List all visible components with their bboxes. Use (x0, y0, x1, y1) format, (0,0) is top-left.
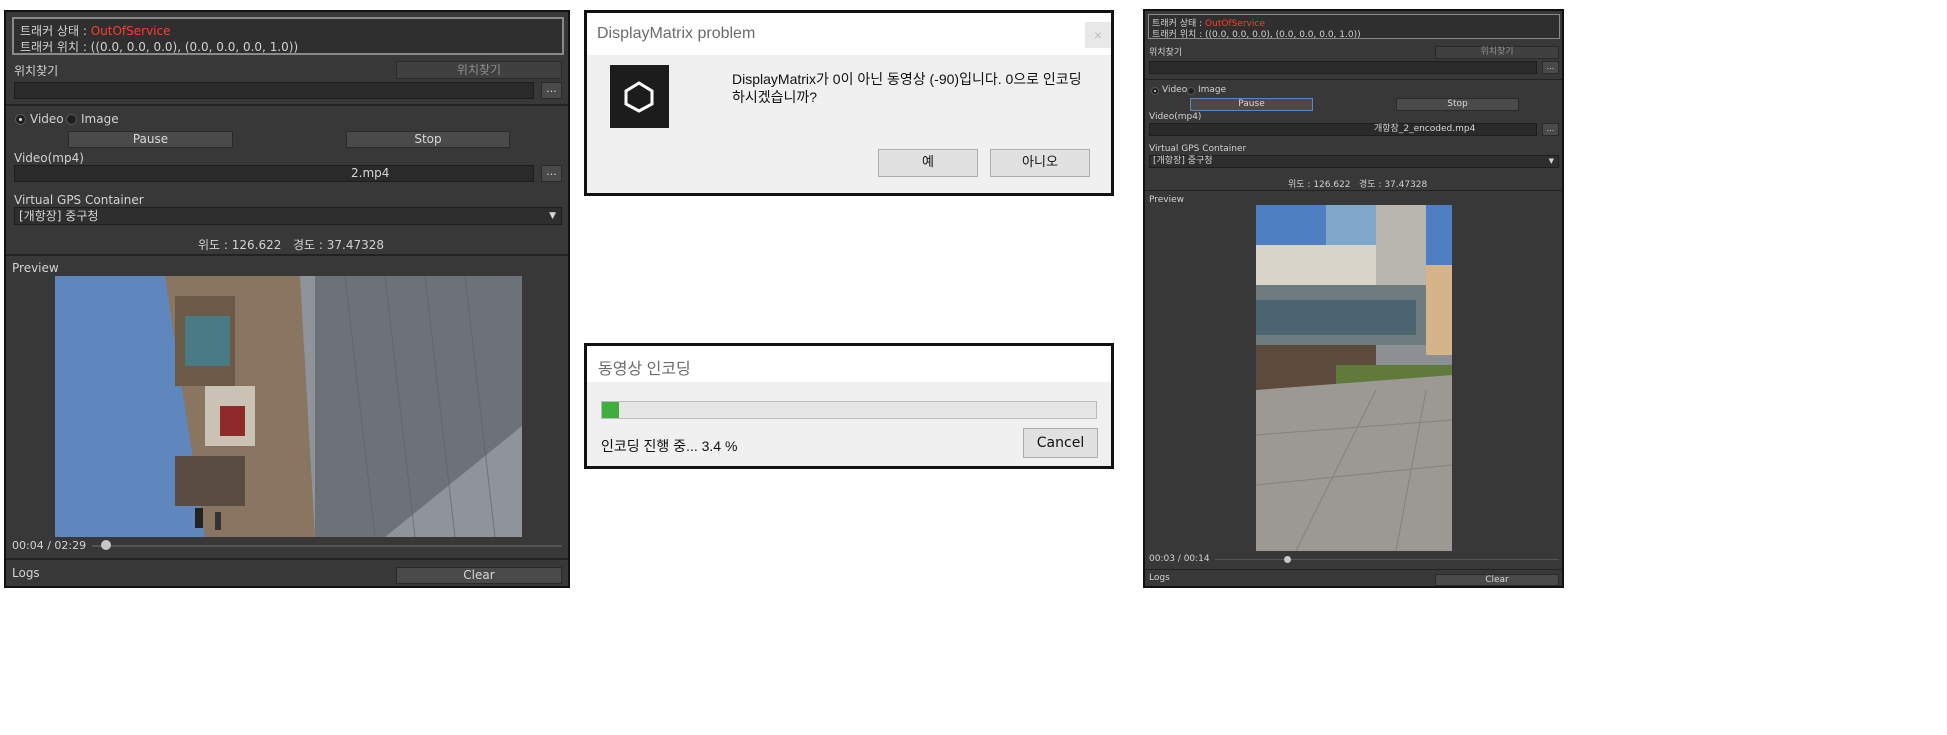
encoding-dialog: 동영상 인코딩 인코딩 진행 중... 3.4 % Cancel (584, 343, 1114, 469)
tracker-status-box: 트래커 상태 : OutOfService 트래커 위치 : ((0.0, 0.… (12, 17, 564, 55)
video-radio[interactable] (15, 114, 26, 125)
latitude-text: 위도 : 126.622 (198, 238, 282, 252)
clear-logs-button[interactable]: Clear (1435, 574, 1559, 586)
tracker-status: 트래커 상태 : OutOfService (20, 22, 170, 39)
find-location-input[interactable] (1149, 61, 1537, 74)
video-radio-label: Video (1162, 85, 1188, 95)
find-location-input[interactable] (14, 82, 534, 99)
preview-label: Preview (1149, 195, 1185, 205)
video-file-field[interactable]: 2.mp4 (14, 165, 534, 182)
preview-label: Preview (12, 261, 59, 275)
video-radio-label: Video (30, 112, 64, 126)
chevron-down-icon: ▼ (1548, 157, 1554, 165)
gps-container-dropdown[interactable]: [개항장] 중구청 ▼ (14, 207, 562, 225)
divider (1145, 79, 1562, 80)
find-location-label: 위치찾기 (14, 64, 59, 78)
tracker-status-value: OutOfService (90, 24, 171, 38)
longitude-text: 경도 : 37.47328 (1359, 180, 1428, 190)
video-mp4-label: Video(mp4) (1149, 112, 1202, 122)
right-inspector-panel: 트래커 상태 : OutOfService 트래커 위치 : ((0.0, 0.… (1143, 9, 1564, 588)
logs-label: Logs (12, 566, 40, 580)
dialog-message-line2: 하시겠습니까? (732, 89, 818, 105)
dialog-message-line1: DisplayMatrix가 0이 아닌 동영상 (-90)입니다. 0으로 인… (732, 71, 1082, 87)
encoding-progress-bar (601, 401, 1097, 419)
video-browse-button[interactable]: ... (1542, 123, 1559, 136)
playback-track[interactable] (1215, 559, 1559, 560)
close-icon[interactable]: × (1085, 22, 1111, 48)
encoding-progress-fill (602, 402, 619, 418)
chevron-down-icon: ▼ (549, 211, 556, 221)
longitude-text: 경도 : 37.47328 (293, 238, 385, 252)
video-file-value: 2.mp4 (351, 166, 390, 180)
image-radio[interactable] (1187, 87, 1195, 95)
yes-button[interactable]: 예 (878, 149, 978, 177)
gps-container-label: Virtual GPS Container (14, 193, 144, 207)
pause-button[interactable]: Pause (68, 131, 233, 148)
video-file-field[interactable]: 개항장_2_encoded.mp4 (1149, 123, 1537, 136)
find-location-button[interactable]: 위치찾기 (396, 61, 562, 79)
dialog-title: 동영상 인코딩 (598, 361, 691, 378)
dialog-title-bar: DisplayMatrix problem × (587, 13, 1111, 55)
no-button[interactable]: 아니오 (990, 149, 1090, 177)
logs-label: Logs (1149, 573, 1170, 583)
divider (1145, 569, 1562, 570)
dialog-title-bar: 동영상 인코딩 (587, 346, 1111, 382)
find-location-browse-button[interactable]: ... (1542, 61, 1559, 74)
playback-slider-handle[interactable] (1284, 556, 1292, 563)
divider (6, 104, 568, 106)
playback-time: 00:03 / 00:14 (1149, 554, 1210, 564)
playback-track[interactable] (92, 545, 562, 547)
find-location-button[interactable]: 위치찾기 (1435, 46, 1559, 59)
find-location-browse-button[interactable]: ... (541, 82, 562, 99)
image-radio[interactable] (66, 114, 77, 125)
image-radio-label: Image (1198, 85, 1227, 95)
tracker-status-label: 트래커 상태 : (20, 24, 87, 38)
radio-dot-icon (1154, 90, 1156, 92)
radio-dot-icon (19, 118, 22, 121)
display-matrix-dialog: DisplayMatrix problem × DisplayMatrix가 0… (584, 10, 1114, 196)
stop-button[interactable]: Stop (1396, 98, 1519, 111)
playback-time: 00:04 / 02:29 (12, 539, 87, 552)
gps-container-dropdown[interactable]: [개항장] 중구청 ▼ (1149, 155, 1559, 168)
video-preview-image (1256, 205, 1452, 551)
dialog-title: DisplayMatrix problem (597, 25, 756, 42)
left-inspector-panel: 트래커 상태 : OutOfService 트래커 위치 : ((0.0, 0.… (4, 10, 570, 588)
pause-button[interactable]: Pause (1190, 98, 1313, 111)
latitude-text: 위도 : 126.622 (1288, 180, 1351, 190)
encoding-status: 인코딩 진행 중... 3.4 % (601, 438, 738, 454)
gps-container-label: Virtual GPS Container (1149, 144, 1247, 154)
video-file-value: 개항장_2_encoded.mp4 (1374, 124, 1476, 134)
tracker-position: 트래커 위치 : ((0.0, 0.0, 0.0), (0.0, 0.0, 0.… (20, 40, 299, 54)
divider (6, 558, 568, 560)
unity-logo-icon (610, 65, 669, 128)
clear-logs-button[interactable]: Clear (396, 567, 562, 584)
stop-button[interactable]: Stop (346, 131, 510, 148)
video-radio[interactable] (1151, 87, 1159, 95)
video-mp4-label: Video(mp4) (14, 151, 84, 165)
tracker-status-box: 트래커 상태 : OutOfService 트래커 위치 : ((0.0, 0.… (1148, 14, 1560, 40)
playback-slider-handle[interactable] (101, 540, 112, 550)
find-location-label: 위치찾기 (1149, 48, 1183, 58)
divider (1145, 190, 1562, 191)
gps-container-value: [개항장] 중구청 (1153, 156, 1213, 166)
tracker-position: 트래커 위치 : ((0.0, 0.0, 0.0), (0.0, 0.0, 0.… (1152, 30, 1361, 40)
divider (6, 254, 568, 256)
video-browse-button[interactable]: ... (541, 165, 562, 182)
cancel-button[interactable]: Cancel (1023, 428, 1098, 458)
image-radio-label: Image (81, 112, 119, 126)
video-preview-image (55, 276, 522, 537)
gps-container-value: [개항장] 중구청 (19, 209, 99, 223)
